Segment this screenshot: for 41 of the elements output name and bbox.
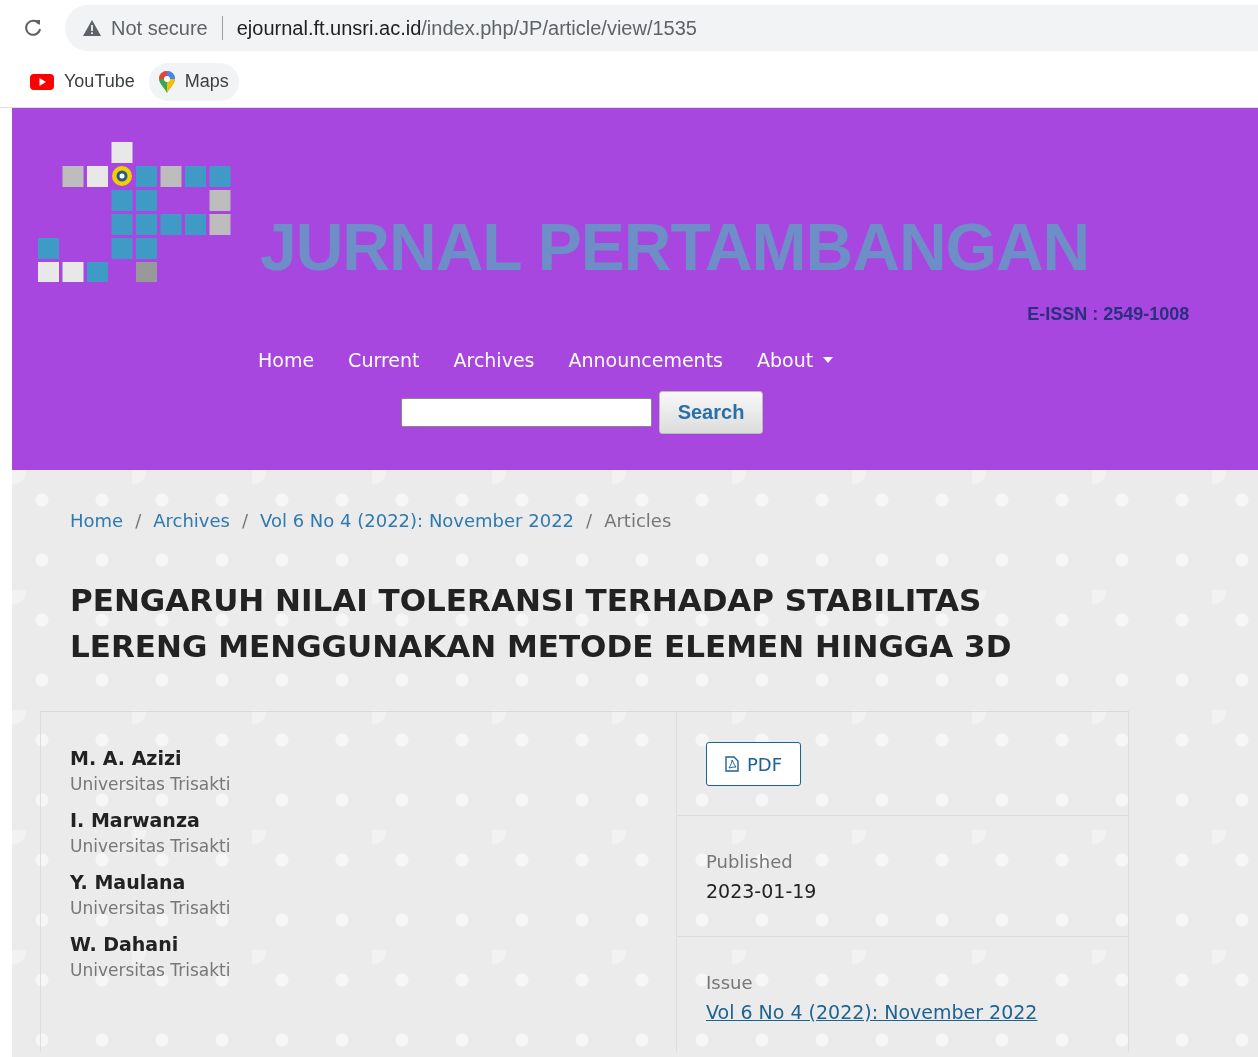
caret-icon <box>823 357 834 363</box>
pdf-button[interactable]: PDF <box>706 742 802 786</box>
nav-link[interactable]: Current <box>334 343 434 377</box>
author-affiliation: Universitas Trisakti <box>70 835 232 858</box>
breadcrumb-link[interactable]: Vol 6 No 4 (2022): November 2022 <box>260 510 575 531</box>
url-text: ejournal.ft.unsri.ac.id/index.php/JP/article/view/1535 <box>236 16 697 40</box>
breadcrumb-link[interactable]: Home <box>70 510 124 531</box>
search-field[interactable] <box>401 398 652 427</box>
issue-link[interactable]: Vol 6 No 4 (2022): November 2022 <box>706 1001 1038 1023</box>
author-name: W. Dahani <box>70 932 180 957</box>
published-label: Published <box>706 850 794 874</box>
document-icon <box>725 756 739 772</box>
play-icon <box>30 73 54 90</box>
breadcrumb-separator: / <box>241 510 249 531</box>
reload-icon[interactable] <box>23 18 43 38</box>
nav-link[interactable]: Archives <box>439 343 549 377</box>
published-date: 2023-01-19 <box>706 879 818 904</box>
article-title: PENGARUH NILAI TOLERANSI TERHADAP STABILITAS LERENG MENGGUNAKAN METODE ELEMEN HINGGA 3D <box>70 581 1013 666</box>
author-affiliation: Universitas Trisakti <box>70 959 232 982</box>
warning-icon <box>83 20 101 36</box>
breadcrumb-separator: / <box>586 510 593 531</box>
address-bar[interactable]: Not secure ejournal.ft.unsri.ac.id/index.php/JP/article/view/1535 <box>65 5 1258 51</box>
author-affiliation: Universitas Trisakti <box>70 897 232 920</box>
breadcrumb-current: Articles <box>604 510 672 531</box>
nav-link[interactable]: About <box>743 343 848 377</box>
journal-title: JURNAL PERTAMBANGAN <box>260 214 1090 280</box>
bookmark[interactable]: Maps <box>148 62 239 101</box>
breadcrumb-separator: / <box>135 510 142 531</box>
map-pin-icon <box>158 70 175 93</box>
search-button[interactable]: Search <box>659 391 763 434</box>
issn-text: E-ISSN : 2549-1008 <box>1027 304 1190 325</box>
author-name: Y. Maulana <box>70 870 187 895</box>
author-name: I. Marwanza <box>70 808 201 833</box>
issue-label: Issue <box>706 971 754 995</box>
author-name: M. A. Azizi <box>70 746 183 771</box>
security-label: Not secure <box>111 16 208 40</box>
nav-link[interactable]: Announcements <box>554 343 737 377</box>
breadcrumb-link[interactable]: Archives <box>153 510 230 531</box>
bookmark[interactable]: YouTube <box>20 62 145 101</box>
author-affiliation: Universitas Trisakti <box>70 773 232 796</box>
nav-link[interactable]: Home <box>244 343 329 377</box>
